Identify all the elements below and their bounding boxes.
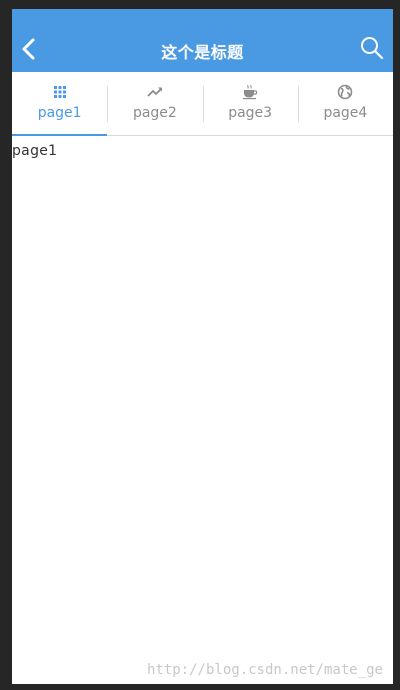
- header-bar: 这个是标题: [12, 9, 393, 72]
- globe-icon: [338, 84, 353, 100]
- tab-label: page2: [132, 105, 177, 121]
- tab-page1[interactable]: page1: [12, 72, 108, 136]
- page-content: page1: [12, 143, 58, 159]
- tab-label: page4: [323, 105, 368, 121]
- search-icon: [361, 37, 384, 60]
- tab-bar: page1 page2 page3 page4: [12, 72, 393, 136]
- tab-label: page3: [228, 105, 273, 121]
- trend-icon: [147, 87, 162, 97]
- app-screen: 这个是标题 page1 page2 page3 page4 page1 http…: [12, 9, 393, 684]
- watermark: http://blog.csdn.net/mate_ge: [146, 662, 383, 678]
- coffee-icon: [243, 84, 258, 100]
- search-button[interactable]: [359, 35, 385, 61]
- tab-label: page1: [37, 105, 82, 121]
- page-title: 这个是标题: [161, 43, 244, 62]
- tab-page2[interactable]: page2: [107, 72, 202, 135]
- grid-icon: [53, 86, 66, 98]
- tab-page4[interactable]: page4: [297, 72, 393, 135]
- tab-page3[interactable]: page3: [202, 72, 298, 135]
